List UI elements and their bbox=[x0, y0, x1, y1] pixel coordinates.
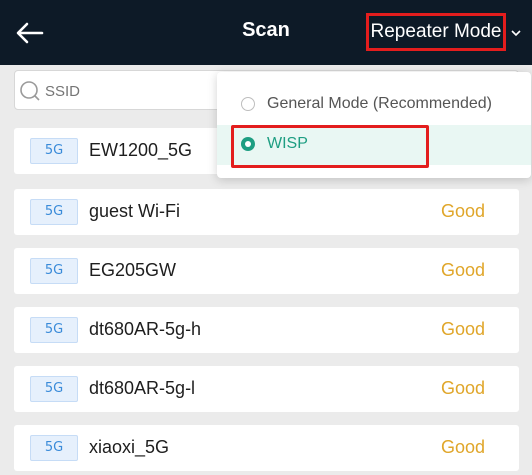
signal-strength: Good bbox=[440, 378, 485, 398]
network-row[interactable]: 5G dt680AR-5g-l Good bbox=[14, 366, 519, 412]
search-icon bbox=[20, 81, 40, 101]
chevron-down-icon[interactable] bbox=[510, 28, 522, 38]
mode-option-general[interactable]: General Mode (Recommended) bbox=[217, 85, 531, 125]
signal-strength: Good bbox=[440, 260, 485, 280]
network-ssid: dt680AR-5g-l bbox=[89, 378, 196, 398]
signal-strength: Good bbox=[440, 437, 485, 457]
mode-option-label: WISP bbox=[267, 135, 308, 152]
radio-selected-icon[interactable] bbox=[241, 137, 255, 151]
radio-unselected-icon[interactable] bbox=[241, 97, 255, 111]
signal-strength: Good bbox=[440, 319, 485, 339]
mode-option-wisp[interactable]: WISP bbox=[217, 125, 531, 165]
network-row[interactable]: 5G guest Wi-Fi Good bbox=[14, 189, 519, 235]
network-row[interactable]: 5G EG205GW Good bbox=[14, 248, 519, 294]
network-ssid: EW1200_5G bbox=[89, 140, 193, 160]
network-ssid: guest Wi-Fi bbox=[89, 201, 181, 221]
band-badge: 5G bbox=[30, 258, 78, 284]
band-badge: 5G bbox=[30, 138, 78, 164]
band-badge: 5G bbox=[30, 199, 78, 225]
band-badge: 5G bbox=[30, 435, 78, 461]
repeater-mode-dropdown[interactable]: Repeater Mode bbox=[366, 13, 506, 51]
network-row[interactable]: 5G xiaoxi_5G Good bbox=[14, 425, 519, 471]
band-badge: 5G bbox=[30, 317, 78, 343]
network-ssid: dt680AR-5g-h bbox=[89, 319, 202, 339]
network-ssid: xiaoxi_5G bbox=[89, 437, 170, 457]
network-row[interactable]: 5G dt680AR-5g-h Good bbox=[14, 307, 519, 353]
network-ssid: EG205GW bbox=[89, 260, 177, 280]
search-input[interactable] bbox=[43, 79, 227, 103]
mode-option-label: General Mode (Recommended) bbox=[267, 95, 492, 112]
top-bar: Scan Repeater Mode bbox=[0, 0, 532, 65]
band-badge: 5G bbox=[30, 376, 78, 402]
mode-dropdown-menu: General Mode (Recommended) WISP bbox=[217, 72, 531, 178]
signal-strength: Good bbox=[440, 201, 485, 221]
